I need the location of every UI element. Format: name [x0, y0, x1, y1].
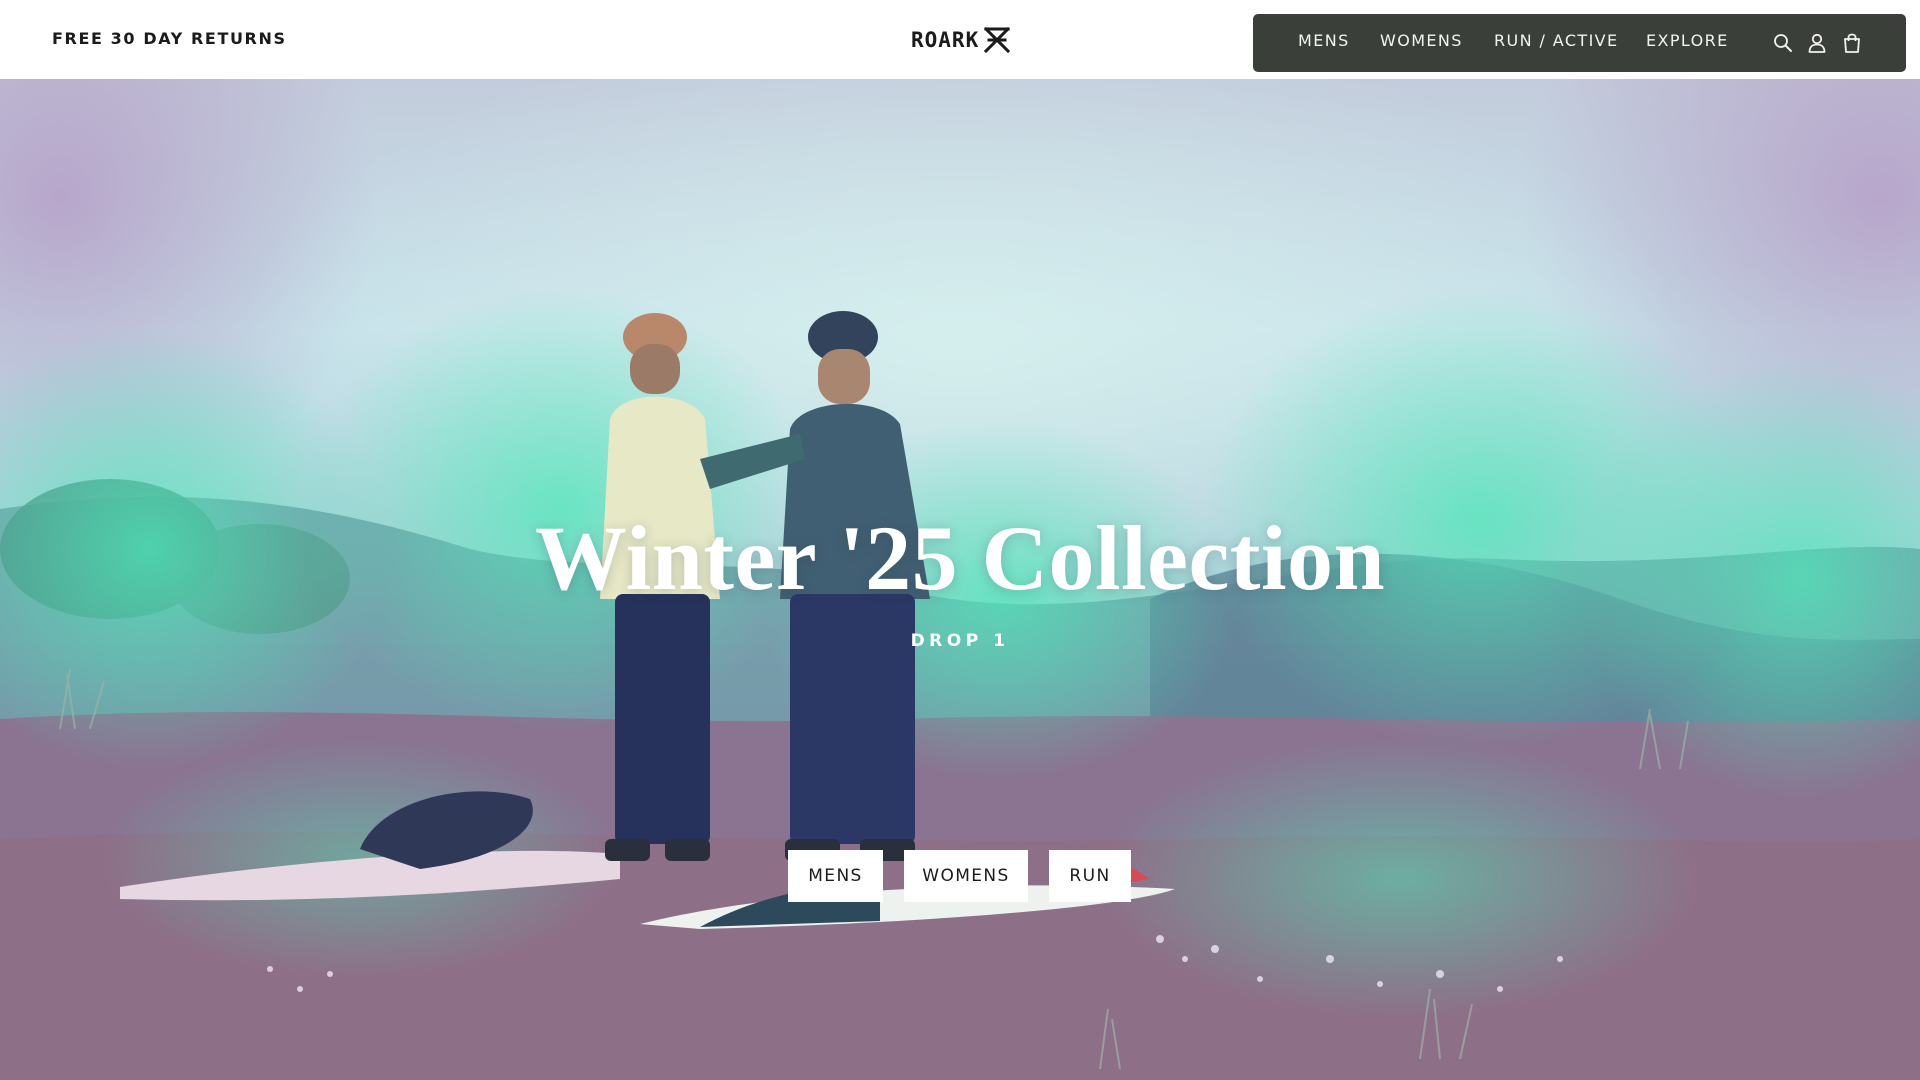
search-icon[interactable]: [1772, 32, 1794, 54]
shop-womens-button[interactable]: WOMENS: [904, 850, 1028, 902]
hero-title: Winter '25 Collection: [534, 507, 1386, 609]
shop-run-button[interactable]: RUN: [1049, 850, 1131, 902]
roark-logo[interactable]: ROARK: [911, 25, 1011, 55]
roark-mark-icon: [984, 26, 1011, 54]
free-returns-banner[interactable]: FREE 30 DAY RETURNS: [52, 29, 287, 48]
nav-explore[interactable]: EXPLORE: [1646, 31, 1729, 50]
shop-mens-button[interactable]: MENS: [788, 850, 883, 902]
cart-icon[interactable]: [1841, 32, 1863, 54]
nav-run-active[interactable]: RUN / ACTIVE: [1494, 31, 1619, 50]
nav-womens[interactable]: WOMENS: [1380, 31, 1463, 50]
hero-banner: Winter '25 Collection DROP 1 MENS WOMENS…: [0, 79, 1920, 1080]
nav-mens[interactable]: MENS: [1298, 31, 1350, 50]
account-icon[interactable]: [1806, 32, 1828, 54]
site-header: FREE 30 DAY RETURNS ROARK MENS WOMENS RU…: [0, 0, 1920, 79]
main-nav: MENS WOMENS RUN / ACTIVE EXPLORE: [1253, 14, 1906, 72]
logo-wordmark: ROARK: [911, 28, 980, 52]
hero-subtitle: DROP 1: [910, 631, 1010, 651]
